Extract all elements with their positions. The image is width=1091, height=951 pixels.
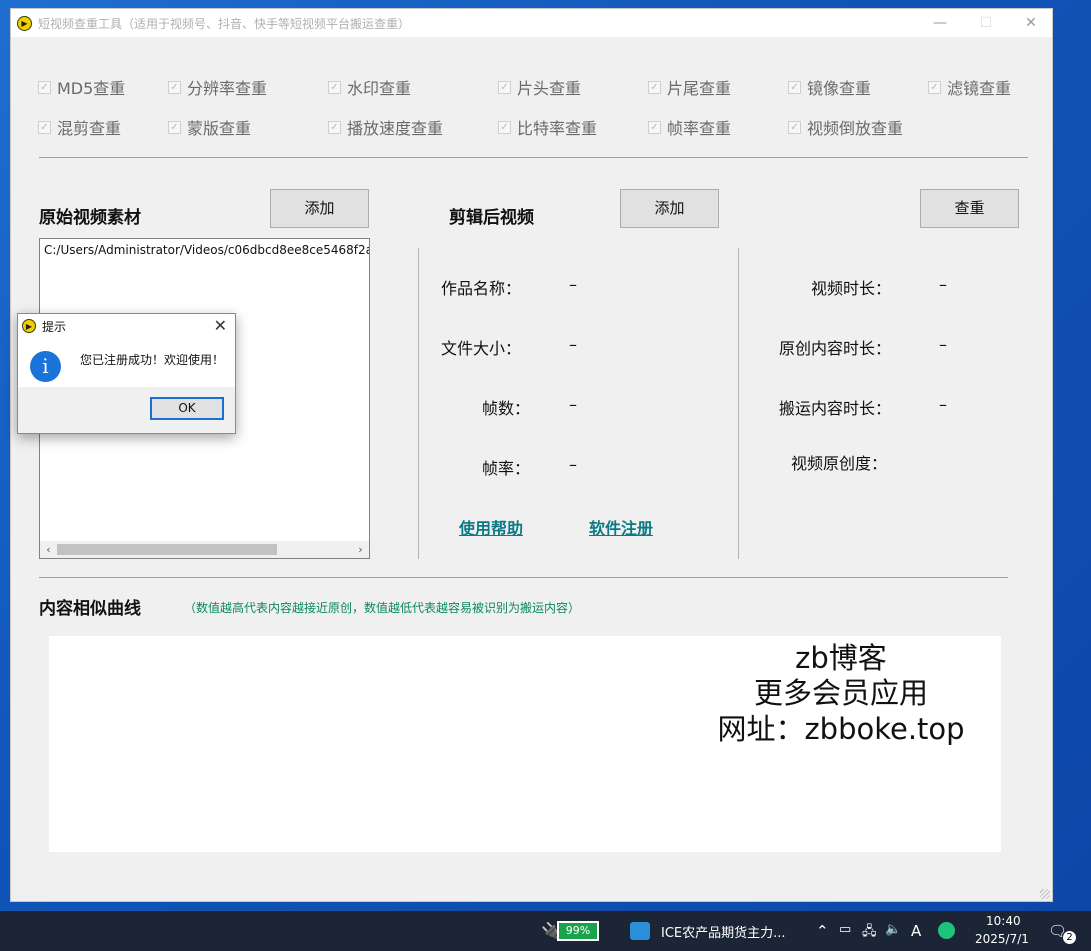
duration-value: – — [939, 275, 947, 294]
app-logo-icon: ▶ — [17, 15, 32, 31]
message-dialog: ▶ 提示 ✕ i 您已注册成功！欢迎使用！ OK — [17, 313, 236, 434]
taskbar-app-label[interactable]: ICE农产品期货主力... — [661, 922, 786, 941]
taskbar: 🔌 99% ICE农产品期货主力... ⌃ ▭ 🖧 🔈 A 10:40 2025… — [0, 911, 1091, 951]
horizontal-scrollbar[interactable]: ‹ › — [40, 541, 369, 558]
checkbox-icon: ✓ — [648, 80, 661, 94]
checkbox-framerate[interactable]: ✓ 帧率查重 — [648, 115, 731, 139]
frame-rate-value: – — [569, 455, 577, 474]
edited-title: 剪辑后视频 — [449, 208, 534, 228]
dialog-footer: OK — [18, 387, 235, 433]
list-item[interactable]: C:/Users/Administrator/Videos/c06dbcd8ee… — [44, 243, 369, 257]
battery-indicator[interactable]: 99% — [557, 921, 599, 941]
main-window: ▶ 短视频查重工具（适用于视频号、抖音、快手等短视频平台搬运查重） — ☐ ✕ … — [10, 8, 1053, 902]
checkbox-icon: ✓ — [788, 80, 801, 94]
file-size-label: 文件大小： — [440, 339, 521, 358]
checkbox-icon: ✓ — [328, 120, 341, 134]
checkbox-icon: ✓ — [498, 80, 511, 94]
scroll-left-icon[interactable]: ‹ — [40, 541, 57, 558]
checkbox-speed[interactable]: ✓ 播放速度查重 — [328, 115, 443, 139]
frame-count-value: – — [569, 395, 577, 414]
similarity-title: 内容相似曲线 — [39, 599, 141, 619]
dialog-message: 您已注册成功！欢迎使用！ — [80, 353, 225, 367]
duration-label: 视频时长： — [810, 279, 891, 298]
checkbox-icon: ✓ — [648, 120, 661, 134]
work-name-value: – — [569, 275, 577, 294]
check-button[interactable]: 查重 — [920, 189, 1019, 228]
checkbox-mixcut[interactable]: ✓ 混剪查重 — [38, 115, 121, 139]
checkbox-reverse[interactable]: ✓ 视频倒放查重 — [788, 115, 903, 139]
info-icon: i — [30, 351, 61, 382]
similarity-hint: （数值越高代表内容越接近原创，数值越低代表越容易被识别为搬运内容） — [184, 601, 581, 615]
clock-date[interactable]: 2025/7/1 — [975, 932, 1029, 946]
file-size-value: – — [569, 335, 577, 354]
checkbox-md5[interactable]: ✓ MD5查重 — [38, 75, 125, 99]
dialog-close-icon[interactable]: ✕ — [214, 316, 227, 335]
maximize-button[interactable]: ☐ — [963, 9, 1009, 37]
frame-count-label: 帧数： — [481, 399, 530, 418]
checkbox-icon: ✓ — [38, 80, 51, 94]
moved-duration-value: – — [939, 395, 947, 414]
scroll-right-icon[interactable]: › — [352, 541, 369, 558]
app-logo-icon: ▶ — [22, 319, 36, 333]
frame-rate-label: 帧率： — [481, 459, 530, 478]
divider — [39, 157, 1028, 158]
volume-icon[interactable]: 🔈 — [885, 922, 901, 937]
minimize-button[interactable]: — — [917, 9, 963, 37]
help-link[interactable]: 使用帮助 — [459, 515, 523, 539]
add-edited-button[interactable]: 添加 — [620, 189, 719, 228]
dialog-title-bar[interactable]: ▶ 提示 ✕ — [18, 314, 235, 338]
checkbox-mirror[interactable]: ✓ 镜像查重 — [788, 75, 871, 99]
notification-badge: 2 — [1063, 931, 1076, 944]
close-button[interactable]: ✕ — [1008, 9, 1054, 37]
checkbox-icon: ✓ — [788, 120, 801, 134]
checkbox-outro[interactable]: ✓ 片尾查重 — [648, 75, 731, 99]
tray-app-icon[interactable]: ▭ — [839, 922, 851, 937]
watermark-line3: 网址：zbboke.top — [717, 712, 965, 746]
network-icon[interactable]: 🖧 — [862, 922, 877, 944]
checkbox-icon: ✓ — [328, 80, 341, 94]
moved-duration-label: 搬运内容时长： — [778, 399, 891, 418]
scroll-thumb[interactable] — [57, 544, 277, 555]
checkbox-mask[interactable]: ✓ 蒙版查重 — [168, 115, 251, 139]
original-duration-value: – — [939, 335, 947, 354]
clock-time[interactable]: 10:40 — [986, 914, 1021, 928]
divider — [39, 577, 1008, 578]
ok-button[interactable]: OK — [150, 397, 224, 420]
checkbox-intro[interactable]: ✓ 片头查重 — [498, 75, 581, 99]
input-method-indicator[interactable]: A — [911, 922, 921, 940]
checkbox-icon: ✓ — [168, 120, 181, 134]
work-name-label: 作品名称： — [440, 279, 521, 298]
checkbox-filter[interactable]: ✓ 滤镜查重 — [928, 75, 1011, 99]
original-duration-label: 原创内容时长： — [778, 339, 891, 358]
checkbox-bitrate[interactable]: ✓ 比特率查重 — [498, 115, 597, 139]
register-link[interactable]: 软件注册 — [589, 515, 653, 539]
checkbox-icon: ✓ — [928, 80, 941, 94]
checkbox-icon: ✓ — [38, 120, 51, 134]
title-bar[interactable]: ▶ 短视频查重工具（适用于视频号、抖音、快手等短视频平台搬运查重） — ☐ ✕ — [11, 9, 1052, 37]
checkbox-watermark[interactable]: ✓ 水印查重 — [328, 75, 411, 99]
window-title: 短视频查重工具（适用于视频号、抖音、快手等短视频平台搬运查重） — [38, 16, 411, 31]
tray-status-icon[interactable] — [938, 922, 955, 939]
checkbox-icon: ✓ — [168, 80, 181, 94]
originality-label: 视频原创度： — [790, 454, 887, 473]
dialog-title: 提示 — [42, 319, 67, 334]
chevron-up-icon[interactable]: ⌃ — [816, 922, 829, 940]
resize-grip[interactable] — [1040, 889, 1050, 899]
source-title: 原始视频素材 — [39, 208, 141, 228]
add-source-button[interactable]: 添加 — [270, 189, 369, 228]
divider — [738, 248, 739, 559]
app-taskbar-icon[interactable] — [630, 922, 650, 940]
checkbox-resolution[interactable]: ✓ 分辨率查重 — [168, 75, 267, 99]
checkbox-icon: ✓ — [498, 120, 511, 134]
